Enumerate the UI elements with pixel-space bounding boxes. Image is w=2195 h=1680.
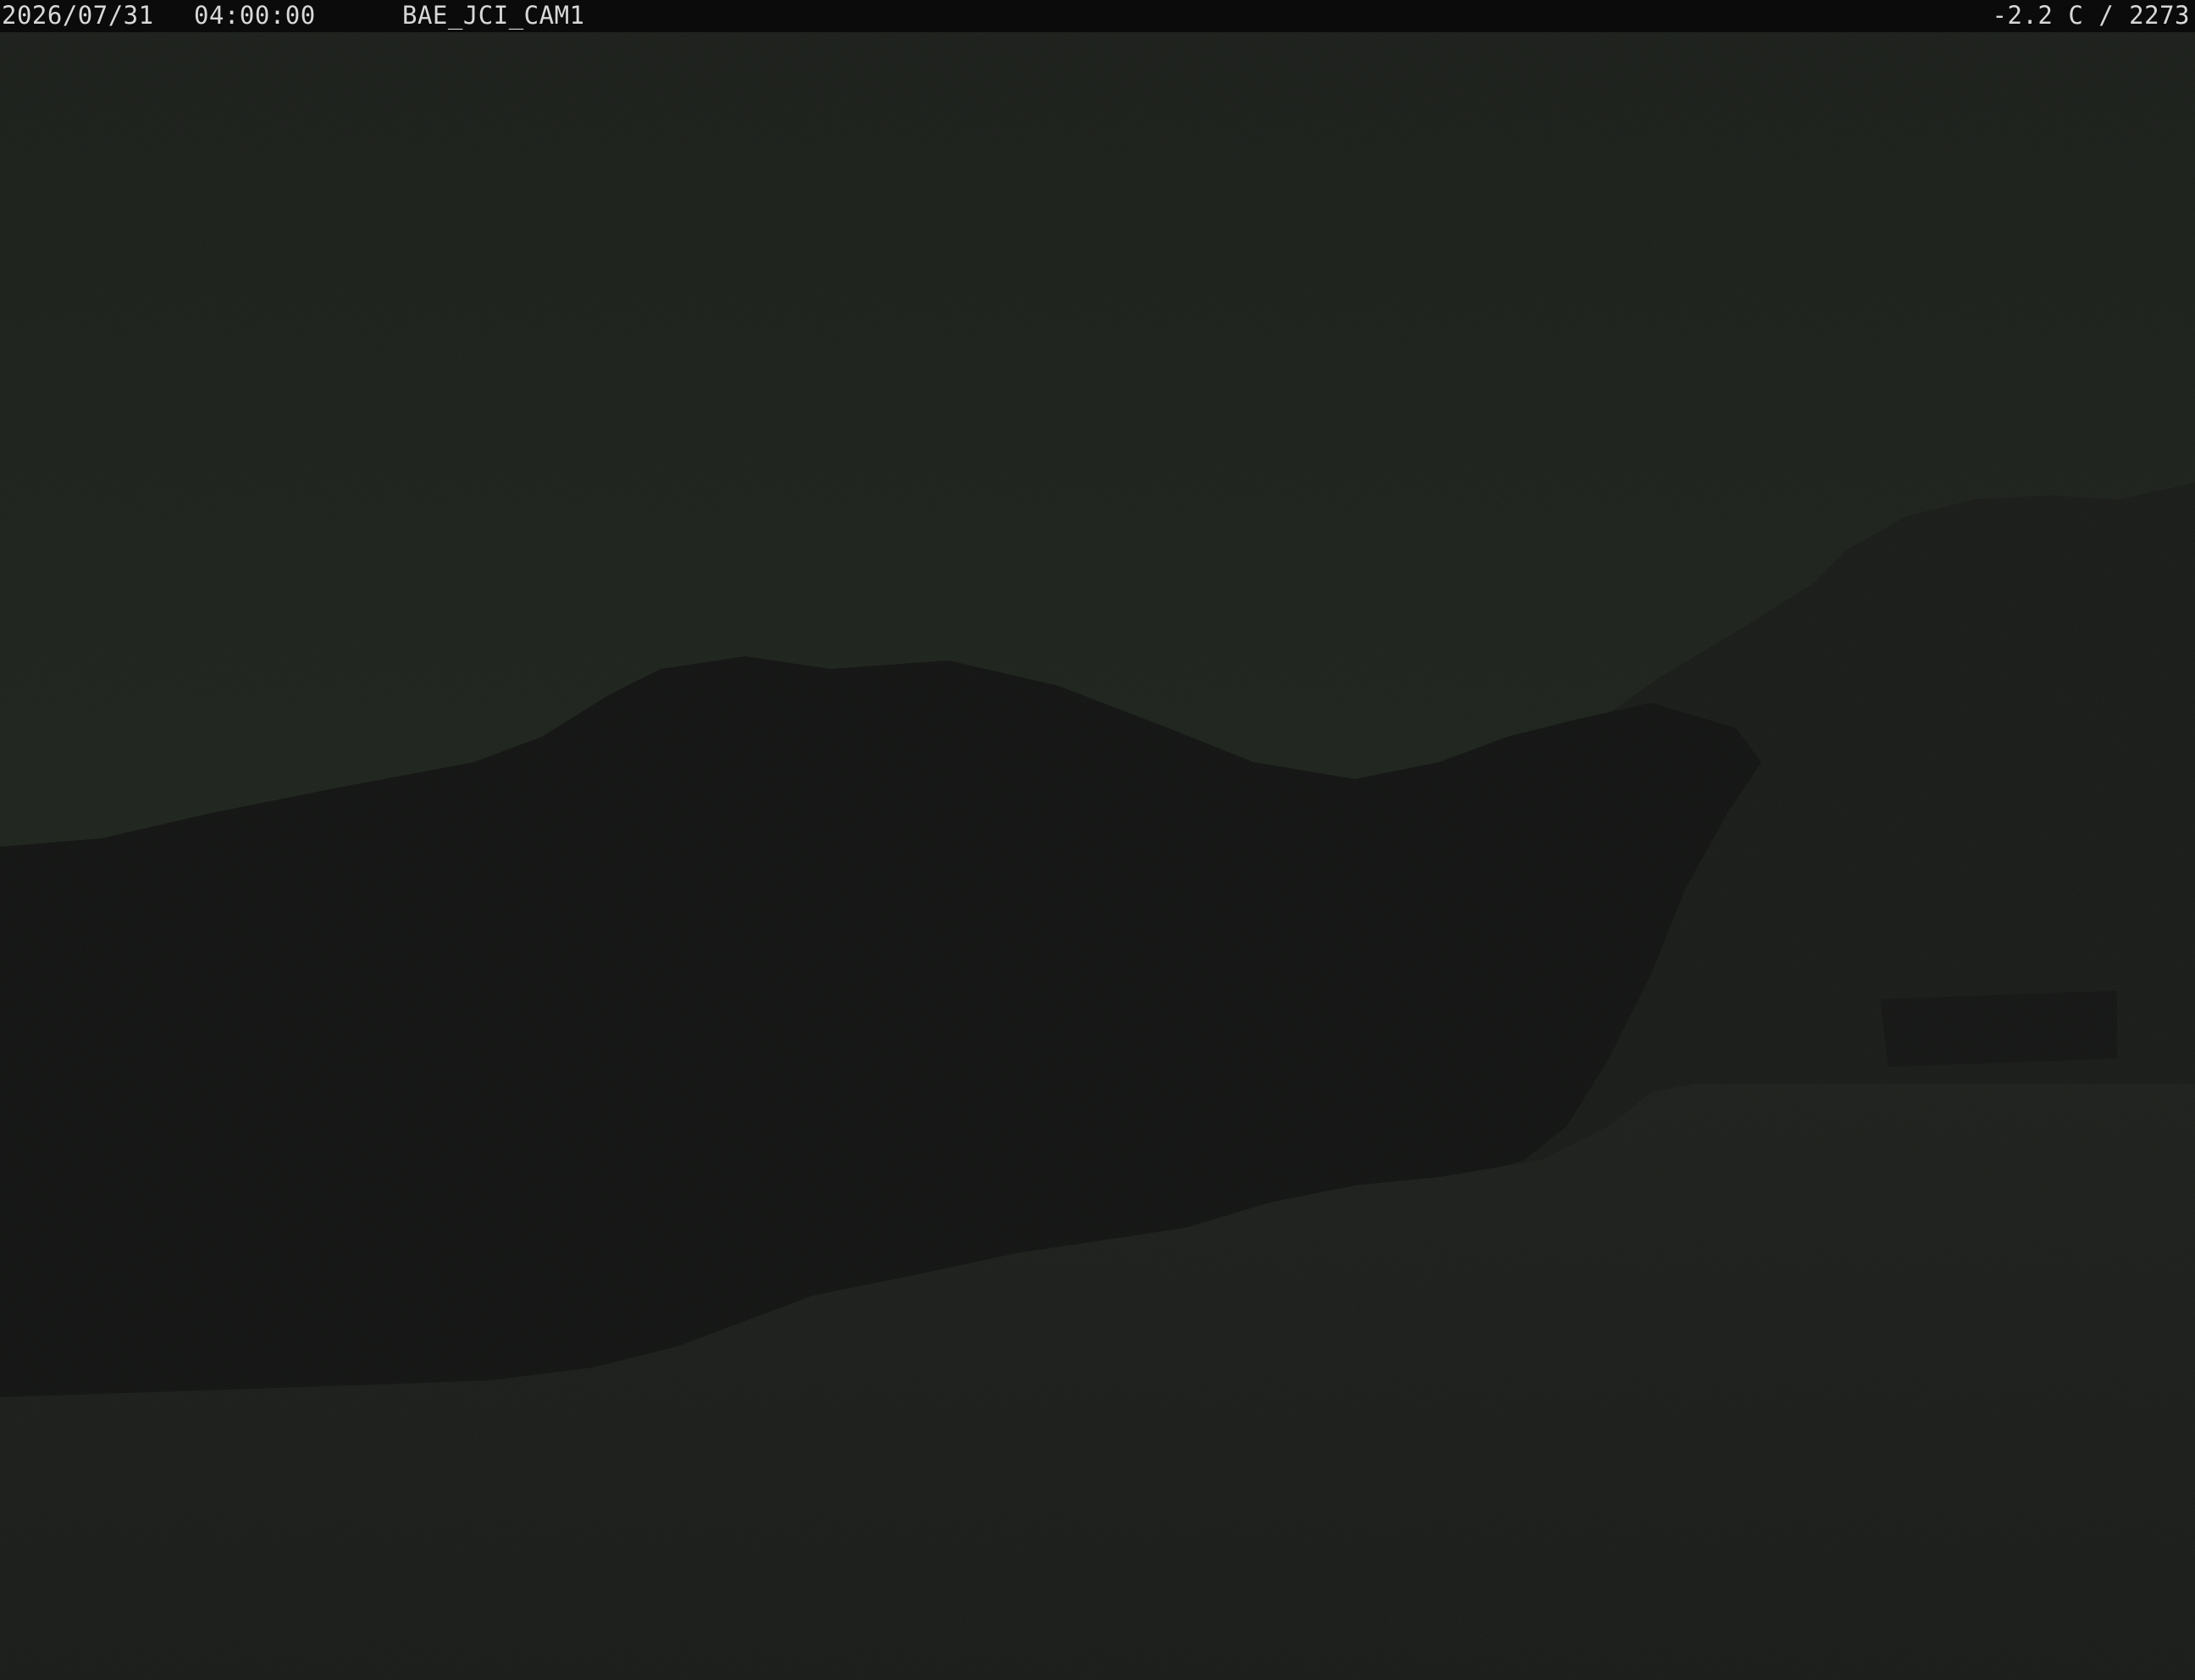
night-landscape-image xyxy=(0,0,2195,1680)
info-overlay-bar xyxy=(0,0,2195,32)
overlay-time: 04:00:00 xyxy=(194,1,316,30)
webcam-frame: 2026/07/31 04:00:00 BAE_JCI_CAM1 -2.2 C … xyxy=(0,0,2195,1680)
overlay-temperature-readout: -2.2 C / 2273 xyxy=(1992,1,2190,30)
overlay-date: 2026/07/31 xyxy=(2,1,154,30)
overlay-camera-id: BAE_JCI_CAM1 xyxy=(402,1,585,30)
sensor-noise-layer xyxy=(0,0,2195,1680)
